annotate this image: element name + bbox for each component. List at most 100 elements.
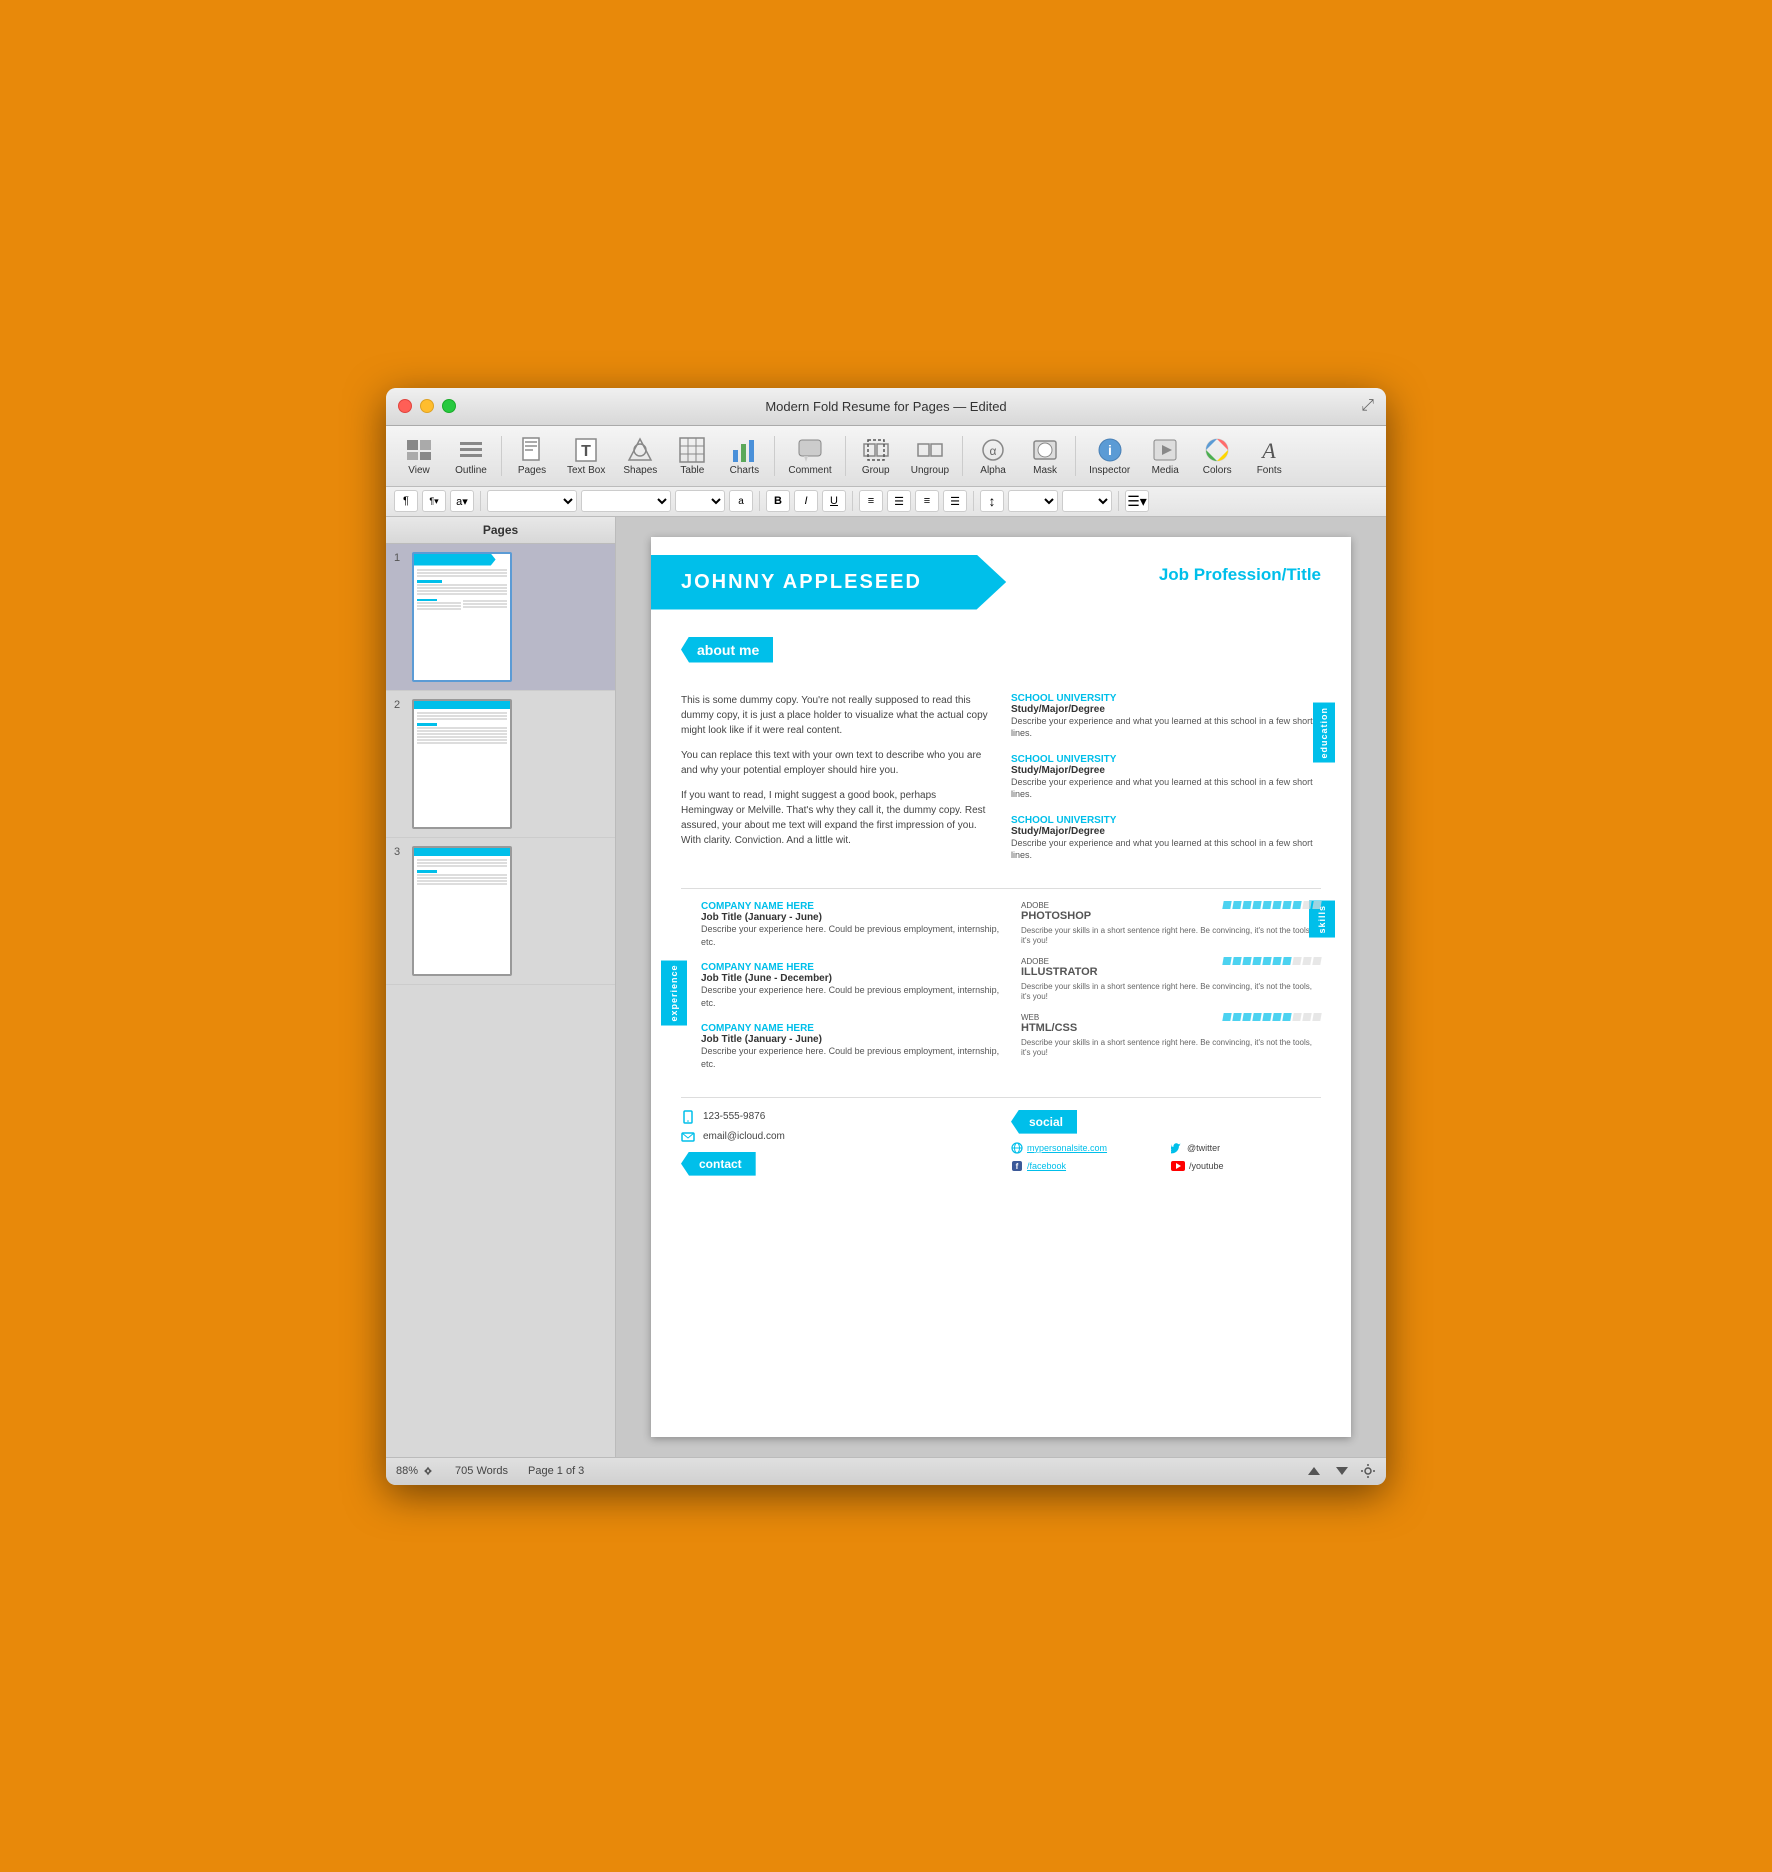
divider-2: [681, 1097, 1321, 1098]
textbox-icon: T: [570, 436, 602, 464]
line-spacing[interactable]: ↕: [980, 490, 1004, 512]
char-styles-btn[interactable]: a: [729, 490, 753, 512]
exp-company-1: COMPANY NAME HERE: [701, 901, 1001, 912]
fonts-button[interactable]: A Fonts: [1244, 432, 1294, 480]
bar-seg: [1282, 901, 1291, 909]
outline-label: Outline: [455, 465, 487, 476]
outline-button[interactable]: Outline: [446, 432, 496, 480]
skill-bars-3: [1223, 1013, 1321, 1021]
align-left[interactable]: ≡: [859, 490, 883, 512]
skill-htmlcss: WEB HTML/CSS: [1021, 1013, 1321, 1059]
zoom-arrows-icon: [421, 1464, 435, 1478]
social-facebook: f /facebook: [1011, 1160, 1161, 1172]
fmt-sep1: [480, 491, 481, 511]
alpha-button[interactable]: α Alpha: [968, 432, 1018, 480]
page-num-2: 2: [394, 699, 406, 711]
fonts-label: Fonts: [1257, 465, 1282, 476]
charts-button[interactable]: Charts: [719, 432, 769, 480]
zoom-control[interactable]: 88%: [396, 1464, 435, 1478]
email-icon: [681, 1130, 695, 1144]
education-label-vertical: education: [1313, 703, 1335, 763]
edu-degree-1: Study/Major/Degree: [1011, 704, 1321, 715]
bar-seg: [1262, 1013, 1271, 1021]
page-thumb-3[interactable]: 3: [386, 838, 615, 985]
bar-seg: [1242, 901, 1251, 909]
edu-degree-3: Study/Major/Degree: [1011, 826, 1321, 837]
align-center[interactable]: ☰: [887, 490, 911, 512]
social-twitter: @twitter: [1171, 1142, 1321, 1154]
exp-desc-1: Describe your experience here. Could be …: [701, 923, 1001, 948]
bar-seg: [1272, 957, 1281, 965]
edu-item-1: SCHOOL UNIVERSITY Study/Major/Degree Des…: [1011, 693, 1321, 740]
edu-school-1: SCHOOL UNIVERSITY: [1011, 693, 1321, 704]
mask-button[interactable]: Mask: [1020, 432, 1070, 480]
bar-seg: [1292, 901, 1301, 909]
experience-col: experience COMPANY NAME HERE Job Title (…: [701, 901, 1001, 1085]
spacing-dropdown[interactable]: [1008, 490, 1058, 512]
edu-item-3: SCHOOL UNIVERSITY Study/Major/Degree Des…: [1011, 815, 1321, 862]
pages-icon: [516, 436, 548, 464]
bar-seg: [1272, 901, 1281, 909]
table-button[interactable]: Table: [667, 432, 717, 480]
view-label: View: [408, 465, 430, 476]
social-twitter-handle: @twitter: [1187, 1143, 1220, 1153]
underline-btn[interactable]: U: [822, 490, 846, 512]
page-thumb-2[interactable]: 2: [386, 691, 615, 838]
bar-seg: [1232, 1013, 1241, 1021]
ungroup-button[interactable]: Ungroup: [903, 432, 957, 480]
list-btn[interactable]: ☰▾: [1125, 490, 1149, 512]
close-button[interactable]: [398, 399, 412, 413]
table-label: Table: [680, 465, 704, 476]
nav-up-icon[interactable]: [1304, 1463, 1324, 1479]
bar-seg: [1302, 1013, 1311, 1021]
media-button[interactable]: Media: [1140, 432, 1190, 480]
paragraph-mark[interactable]: ¶: [394, 490, 418, 512]
table-icon: [676, 436, 708, 464]
pages-button[interactable]: Pages: [507, 432, 557, 480]
view-button[interactable]: View: [394, 432, 444, 480]
shapes-icon: [624, 436, 656, 464]
bold-btn[interactable]: B: [766, 490, 790, 512]
align-justify[interactable]: ☰: [943, 490, 967, 512]
shapes-button[interactable]: Shapes: [615, 432, 665, 480]
size-dropdown[interactable]: [675, 490, 725, 512]
contact-phone: 123-555-9876: [703, 1111, 765, 1122]
document-page: JOHNNY APPLESEED Job Profession/Title ab…: [651, 537, 1351, 1437]
group-label: Group: [862, 465, 890, 476]
inspector-icon: i: [1094, 436, 1126, 464]
social-facebook-link: /facebook: [1027, 1161, 1066, 1171]
bar-seg: [1232, 901, 1241, 909]
sidebar: Pages 1: [386, 517, 616, 1457]
settings-icon[interactable]: [1360, 1463, 1376, 1479]
sep3: [845, 436, 846, 476]
maximize-button[interactable]: [442, 399, 456, 413]
alpha-icon: α: [977, 436, 1009, 464]
textbox-button[interactable]: T Text Box: [559, 432, 613, 480]
nav-down-icon[interactable]: [1332, 1463, 1352, 1479]
title-bar: Modern Fold Resume for Pages — Edited ⤢: [386, 388, 1386, 426]
inspector-button[interactable]: i Inspector: [1081, 432, 1138, 480]
colors-button[interactable]: Colors: [1192, 432, 1242, 480]
bar-seg: [1252, 901, 1261, 909]
colors-icon: [1201, 436, 1233, 464]
page-num-1: 1: [394, 552, 406, 564]
contact-social-layout: 123-555-9876 email@icloud.com contact so…: [651, 1110, 1351, 1176]
expand-icon[interactable]: ⤢: [1361, 397, 1374, 415]
bar-seg: [1292, 957, 1301, 965]
document-area[interactable]: JOHNNY APPLESEED Job Profession/Title ab…: [616, 517, 1386, 1457]
text-align-btn[interactable]: a▾: [450, 490, 474, 512]
social-youtube: /youtube: [1171, 1160, 1321, 1172]
italic-btn[interactable]: I: [794, 490, 818, 512]
font-dropdown[interactable]: [581, 490, 671, 512]
page-thumb-1[interactable]: 1: [386, 544, 615, 691]
comment-button[interactable]: Comment: [780, 432, 839, 480]
minimize-button[interactable]: [420, 399, 434, 413]
cols-dropdown[interactable]: [1062, 490, 1112, 512]
align-right[interactable]: ≡: [915, 490, 939, 512]
pilcrow-btn[interactable]: ¶▾: [422, 490, 446, 512]
style-dropdown[interactable]: [487, 490, 577, 512]
group-button[interactable]: Group: [851, 432, 901, 480]
facebook-icon: f: [1011, 1160, 1023, 1172]
contact-email: email@icloud.com: [703, 1131, 785, 1142]
exp-company-3: COMPANY NAME HERE: [701, 1023, 1001, 1034]
